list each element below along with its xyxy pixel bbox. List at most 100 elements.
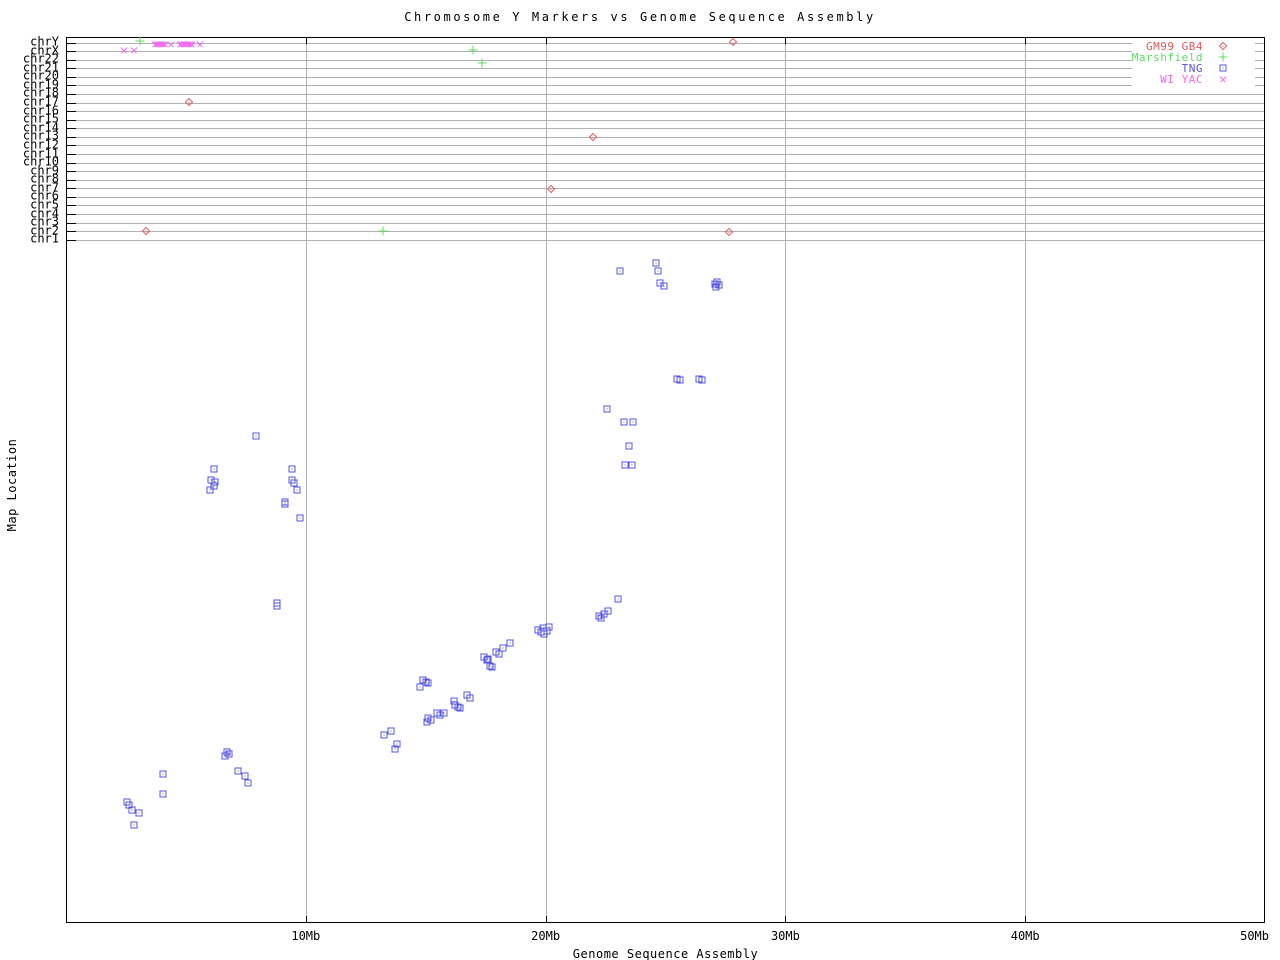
legend-label: WI YAC xyxy=(1160,73,1203,86)
y-tick-chr7 xyxy=(67,188,76,190)
marker-tng xyxy=(293,486,301,494)
x-tick-bottom xyxy=(1024,916,1026,922)
x-tick-label: 30Mb xyxy=(770,929,800,943)
marker-tng xyxy=(603,405,611,413)
row-gridline-chr20 xyxy=(67,76,1264,78)
row-gridline-chr1 xyxy=(67,239,1264,241)
marker-tng xyxy=(416,683,424,691)
x-tick-label: 10Mb xyxy=(291,929,321,943)
row-gridline-chr5 xyxy=(67,205,1264,207)
y-tick-chrY xyxy=(67,42,76,44)
y-axis-tick-labels: chrY chrX chr22 chr21 chr20 chr19 chr18 chr17 ch… xyxy=(0,36,62,923)
marker-tng xyxy=(221,752,229,760)
marker-tng xyxy=(241,772,249,780)
y-axis-label-chr1: chr1 xyxy=(30,231,59,246)
y-tick-chr8 xyxy=(67,179,76,181)
row-gridline-chr3 xyxy=(67,222,1264,224)
row-gridline-chr17 xyxy=(67,102,1264,104)
marker-tng xyxy=(597,614,605,622)
y-tick-chr2 xyxy=(67,231,76,233)
diamond-icon xyxy=(1218,41,1228,51)
x-tick-bottom xyxy=(785,916,787,922)
marker-wi-yac xyxy=(194,38,205,49)
marker-tng xyxy=(545,623,553,631)
x-axis-tick-labels: 10Mb 20Mb 30Mb 40Mb 50Mb xyxy=(66,929,1269,943)
marker-tng xyxy=(621,461,629,469)
x-tick-label: 40Mb xyxy=(1010,929,1040,943)
y-tick-chr4 xyxy=(67,214,76,216)
marker-tng xyxy=(159,770,167,778)
marker-gm99-gb4 xyxy=(729,38,738,47)
marker-tng xyxy=(290,479,298,487)
legend-marker-cell xyxy=(1215,74,1231,85)
marker-marshfield xyxy=(477,58,487,68)
row-gridline-chr8 xyxy=(67,179,1264,181)
row-gridline-chr4 xyxy=(67,214,1264,216)
marker-gm99-gb4 xyxy=(185,97,194,107)
marker-tng xyxy=(380,731,388,739)
marker-tng xyxy=(539,624,547,632)
marker-wi-yac xyxy=(128,45,139,56)
y-tick-chr15 xyxy=(67,119,76,121)
legend-marker-cell xyxy=(1215,41,1231,52)
y-tick-chr10 xyxy=(67,162,76,164)
marker-tng xyxy=(629,418,637,426)
marker-tng xyxy=(625,442,633,450)
row-gridline-chr21 xyxy=(67,68,1264,70)
row-gridline-chr16 xyxy=(67,111,1264,113)
y-tick-chr12 xyxy=(67,145,76,147)
y-tick-chr1 xyxy=(67,239,76,241)
row-gridline-chr22 xyxy=(67,59,1264,61)
x-tick-top xyxy=(306,38,308,44)
marker-gm99-gb4 xyxy=(142,226,151,236)
row-gridline-chr7 xyxy=(67,188,1264,190)
plus-icon xyxy=(1218,52,1228,62)
marker-tng xyxy=(654,267,662,275)
marker-gm99-gb4 xyxy=(589,133,598,142)
row-gridline-chr2 xyxy=(67,231,1264,233)
y-tick-chr5 xyxy=(67,205,76,207)
marker-tng xyxy=(288,465,296,473)
marker-tng xyxy=(715,281,723,289)
x-tick-label: 20Mb xyxy=(531,929,561,943)
marker-tng xyxy=(484,655,492,663)
row-gridline-chr18 xyxy=(67,93,1264,95)
x-tick-label: 50Mb xyxy=(1240,929,1269,943)
marker-tng xyxy=(620,418,628,426)
row-gridline-chr13 xyxy=(67,136,1264,138)
marker-tng xyxy=(387,727,395,735)
row-gridline-chr11 xyxy=(67,154,1264,155)
legend-row-wi-yac: WI YAC xyxy=(1132,73,1255,86)
marker-tng xyxy=(423,718,431,726)
marker-tng xyxy=(273,602,281,610)
marker-tng xyxy=(234,767,242,775)
y-tick-chr14 xyxy=(67,128,76,130)
marker-tng xyxy=(135,809,143,817)
y-tick-chr22 xyxy=(67,59,76,61)
y-tick-chr11 xyxy=(67,154,76,155)
row-gridline-chr19 xyxy=(67,85,1264,87)
y-tick-chr6 xyxy=(67,196,76,198)
marker-tng xyxy=(495,650,503,658)
y-tick-chr17 xyxy=(67,102,76,104)
chart-canvas: Chromosome Y Markers vs Genome Sequence … xyxy=(0,0,1280,960)
marker-gm99-gb4 xyxy=(724,227,733,236)
legend-marker-cell xyxy=(1215,52,1231,63)
marker-tng xyxy=(210,465,218,473)
row-gridline-chr6 xyxy=(67,196,1264,198)
y-tick-chr21 xyxy=(67,68,76,70)
marker-tng xyxy=(698,376,706,384)
marker-tng xyxy=(614,595,622,603)
y-tick-chr9 xyxy=(67,171,76,173)
marker-tng xyxy=(252,432,260,440)
marker-tng xyxy=(506,639,514,647)
x-tick-bottom xyxy=(545,916,547,922)
marker-tng xyxy=(424,679,432,687)
marker-tng xyxy=(616,267,624,275)
y-tick-chr13 xyxy=(67,136,76,138)
marker-tng xyxy=(130,821,138,829)
square-icon xyxy=(1219,64,1227,72)
y-tick-chr18 xyxy=(67,93,76,95)
y-tick-chrX xyxy=(67,51,76,53)
x-tick-top xyxy=(1024,38,1026,44)
